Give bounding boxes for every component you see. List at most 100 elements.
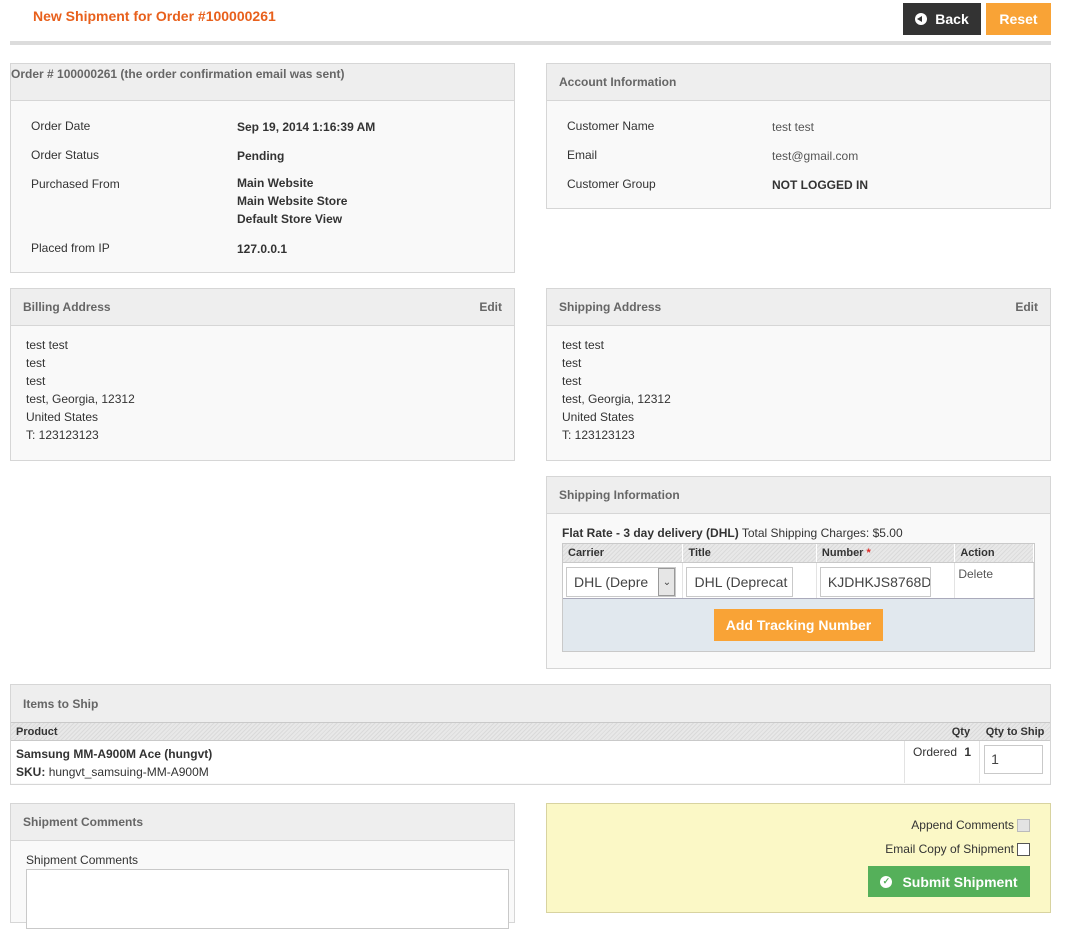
shipping-address-title: Shipping Address bbox=[559, 300, 662, 314]
items-to-ship-box: Items to Ship Product Qty Qty to Ship Sa… bbox=[10, 684, 1051, 785]
store-view: Default Store View bbox=[237, 212, 343, 226]
shipping-method-line: Flat Rate - 3 day delivery (DHL) Total S… bbox=[562, 526, 903, 540]
items-header: Items to Ship bbox=[11, 685, 1050, 722]
address-line: test bbox=[562, 374, 582, 388]
back-button[interactable]: Back bbox=[903, 3, 981, 35]
submit-shipment-button[interactable]: ✓ Submit Shipment bbox=[868, 866, 1030, 897]
append-comments-checkbox[interactable] bbox=[1017, 818, 1030, 832]
order-date-label: Order Date bbox=[31, 119, 91, 133]
billing-address-box: Billing Address Edit test test test test… bbox=[10, 288, 515, 461]
carrier-cell: DHL (Depre ⌄ bbox=[563, 563, 684, 598]
shipping-edit-link[interactable]: Edit bbox=[1015, 300, 1038, 314]
shipment-comments-textarea[interactable] bbox=[26, 869, 509, 929]
col-qty-to-ship: Qty to Ship bbox=[985, 726, 1045, 738]
qty-to-ship-input[interactable]: 1 bbox=[984, 745, 1044, 774]
address-line: test bbox=[26, 374, 46, 388]
delete-tracking-link[interactable]: Delete bbox=[958, 567, 993, 581]
col-number: Number * bbox=[817, 544, 956, 562]
address-line: test bbox=[562, 356, 582, 370]
carrier-select-value: DHL (Depre bbox=[574, 574, 649, 590]
shipping-charges: Total Shipping Charges: $5.00 bbox=[741, 526, 903, 540]
customer-name-label: Customer Name bbox=[567, 119, 655, 133]
order-status-value: Pending bbox=[237, 149, 285, 163]
email-value: test@gmail.com bbox=[772, 149, 859, 163]
shipping-info-box: Shipping Information Flat Rate - 3 day d… bbox=[546, 476, 1051, 669]
shipment-comments-title: Shipment Comments bbox=[23, 815, 144, 829]
account-info-box: Account Information Customer Name test t… bbox=[546, 63, 1051, 209]
check-circle-icon: ✓ bbox=[880, 875, 893, 888]
add-tracking-number-button[interactable]: Add Tracking Number bbox=[713, 609, 884, 641]
address-line: T: 123123123 bbox=[562, 428, 635, 442]
submit-shipment-label: Submit Shipment bbox=[902, 873, 1018, 890]
address-line: United States bbox=[26, 410, 99, 424]
qty-cell: Ordered 1 bbox=[905, 741, 981, 783]
sku-label: SKU: bbox=[16, 765, 46, 779]
address-line: test bbox=[26, 356, 46, 370]
order-info-title: Order # 100000261 (the order confirmatio… bbox=[11, 67, 345, 81]
shipping-address-header: Shipping Address Edit bbox=[547, 289, 1050, 326]
store: Main Website Store bbox=[237, 194, 348, 208]
col-number-label: Number bbox=[821, 547, 864, 559]
purchased-from-value: Main Website Main Website Store Default … bbox=[237, 174, 347, 228]
placed-ip-label: Placed from IP bbox=[31, 241, 110, 255]
order-status-label: Order Status bbox=[31, 148, 100, 162]
shipping-address-box: Shipping Address Edit test test test tes… bbox=[546, 288, 1051, 461]
tracking-table-header: Carrier Title Number * Action bbox=[563, 544, 1034, 563]
purchased-from-label: Purchased From bbox=[31, 177, 120, 191]
address-line: T: 123123123 bbox=[26, 428, 99, 442]
ordered-label: Ordered bbox=[913, 745, 958, 759]
col-product: Product bbox=[16, 726, 58, 738]
customer-group-label: Customer Group bbox=[567, 177, 656, 191]
tracking-table: Carrier Title Number * Action DHL (Depre… bbox=[562, 543, 1035, 652]
address-line: test test bbox=[26, 338, 69, 352]
ordered-qty: 1 bbox=[964, 745, 972, 759]
shipping-method: Flat Rate - 3 day delivery (DHL) bbox=[562, 526, 739, 540]
comments-field-label: Shipment Comments bbox=[26, 853, 139, 867]
items-title: Items to Ship bbox=[23, 696, 99, 711]
tracking-number-value: KJDHKJS8768D bbox=[827, 574, 931, 590]
email-copy-checkbox[interactable] bbox=[1017, 842, 1030, 856]
number-cell: KJDHKJS8768D bbox=[817, 563, 956, 598]
tracking-footer: Add Tracking Number bbox=[563, 599, 1034, 651]
qty-to-ship-cell: 1 bbox=[980, 741, 1050, 783]
page-title: New Shipment for Order #100000261 bbox=[33, 8, 276, 24]
chevron-down-icon[interactable]: ⌄ bbox=[658, 568, 676, 596]
item-row: Samsung MM-A900M Ace (hungvt) SKU: hungv… bbox=[11, 741, 1050, 783]
shipping-info-title: Shipping Information bbox=[559, 488, 680, 502]
tracking-row: DHL (Depre ⌄ DHL (Deprecat KJDHKJS8768D … bbox=[563, 563, 1034, 599]
submit-box: Append Comments Email Copy of Shipment ✓… bbox=[546, 803, 1051, 913]
customer-name-value: test test bbox=[772, 120, 815, 134]
append-comments-label: Append Comments bbox=[911, 818, 1014, 832]
tracking-number-input[interactable]: KJDHKJS8768D bbox=[819, 567, 931, 597]
back-label: Back bbox=[935, 11, 969, 27]
shipment-comments-header: Shipment Comments bbox=[11, 804, 514, 841]
shipping-address-lines: test test test test test, Georgia, 12312… bbox=[547, 326, 1050, 454]
placed-ip-value: 127.0.0.1 bbox=[237, 242, 288, 256]
address-line: test test bbox=[562, 338, 605, 352]
shipment-comments-box: Shipment Comments Shipment Comments bbox=[10, 803, 515, 929]
arrow-left-circle-icon bbox=[915, 13, 928, 25]
email-copy-row: Email Copy of Shipment bbox=[885, 842, 1030, 856]
reset-button[interactable]: Reset bbox=[986, 3, 1051, 35]
address-line: test, Georgia, 12312 bbox=[26, 392, 135, 406]
col-action: Action bbox=[955, 544, 1034, 562]
billing-edit-link[interactable]: Edit bbox=[479, 300, 502, 314]
email-copy-label: Email Copy of Shipment bbox=[885, 842, 1014, 856]
product-cell: Samsung MM-A900M Ace (hungvt) SKU: hungv… bbox=[11, 741, 906, 783]
product-sku: SKU: hungvt_samsuing-MM-A900M bbox=[16, 763, 899, 781]
order-info-box: Order # 100000261 (the order confirmatio… bbox=[10, 63, 515, 273]
account-info-title: Account Information bbox=[559, 75, 677, 89]
action-cell: Delete bbox=[955, 563, 1034, 598]
append-comments-row: Append Comments bbox=[911, 818, 1030, 832]
title-input[interactable]: DHL (Deprecat bbox=[686, 567, 794, 597]
billing-address-lines: test test test test test, Georgia, 12312… bbox=[11, 326, 514, 454]
website: Main Website bbox=[237, 176, 314, 190]
email-label: Email bbox=[567, 148, 598, 162]
order-info-header: Order # 100000261 (the order confirmatio… bbox=[11, 64, 514, 101]
billing-address-title: Billing Address bbox=[23, 300, 111, 314]
address-line: test, Georgia, 12312 bbox=[562, 392, 671, 406]
product-name: Samsung MM-A900M Ace (hungvt) bbox=[16, 747, 213, 761]
customer-group-value: NOT LOGGED IN bbox=[772, 178, 868, 192]
col-qty: Qty bbox=[951, 726, 971, 738]
billing-address-header: Billing Address Edit bbox=[11, 289, 514, 326]
